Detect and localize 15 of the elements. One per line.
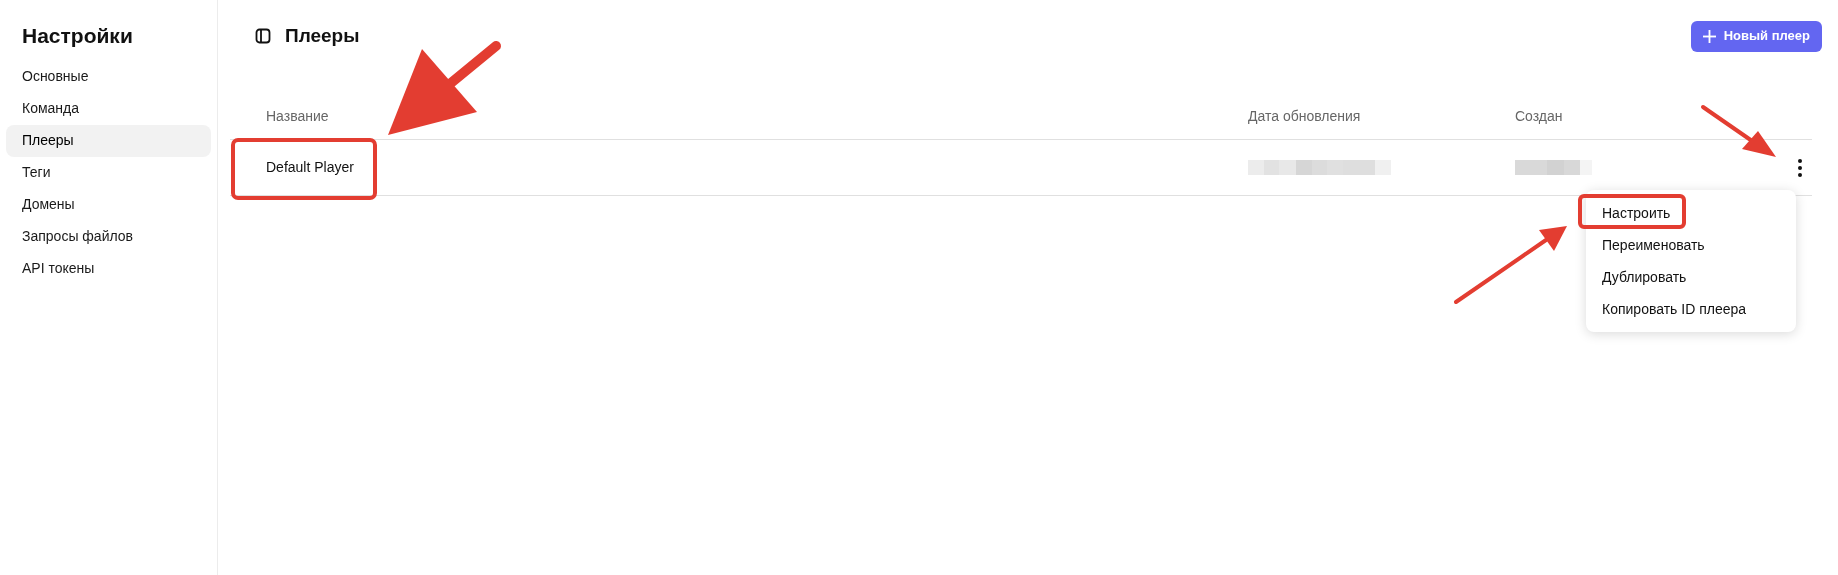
- menu-item[interactable]: Копировать ID плеера: [1586, 293, 1796, 325]
- more-options-icon[interactable]: [1797, 157, 1803, 178]
- plus-icon: [1702, 29, 1716, 43]
- menu-item[interactable]: Настроить: [1586, 197, 1796, 229]
- sidebar-title: Настройки: [21, 23, 134, 49]
- column-header: Название: [265, 107, 330, 126]
- table-cell: Default Player: [266, 159, 354, 175]
- new-player-button[interactable]: Новый плеер: [1690, 20, 1822, 52]
- menu-item[interactable]: Дублировать: [1586, 261, 1796, 293]
- column-header: Дата обновления: [1248, 107, 1362, 126]
- column-header: Создан: [1515, 107, 1563, 126]
- sidebar-item[interactable]: Плееры: [6, 124, 211, 157]
- menu-item[interactable]: Переименовать: [1586, 229, 1796, 261]
- sidebar-toggle-icon[interactable]: [255, 28, 271, 44]
- page-title: Плееры: [285, 23, 360, 48]
